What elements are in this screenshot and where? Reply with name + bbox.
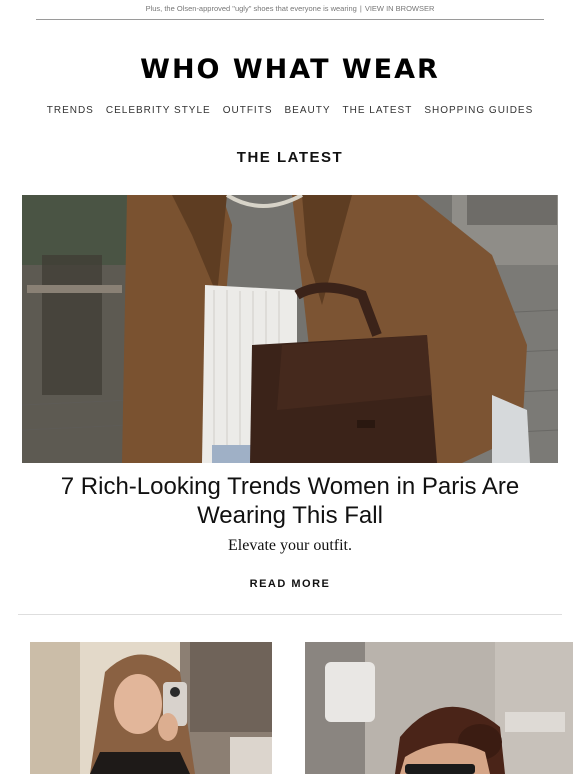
nav-item-trends[interactable]: TRENDS: [47, 105, 94, 116]
nav-item-beauty[interactable]: BEAUTY: [285, 105, 331, 116]
preheader-text: Plus, the Olsen-approved "ugly" shoes th…: [145, 4, 357, 13]
preheader-separator: |: [359, 4, 362, 13]
preheader: Plus, the Olsen-approved "ugly" shoes th…: [0, 4, 580, 13]
featured-subhead: Elevate your outfit.: [228, 537, 352, 554]
nav-item-celebrity-style[interactable]: CELEBRITY STYLE: [106, 105, 211, 116]
article-thumbnail-beauty[interactable]: [305, 642, 573, 774]
view-in-browser-link[interactable]: VIEW IN BROWSER: [365, 4, 435, 13]
nav-item-the-latest[interactable]: THE LATEST: [343, 105, 413, 116]
featured-headline[interactable]: 7 Rich-Looking Trends Women in Paris Are…: [40, 472, 540, 530]
nav-item-outfits[interactable]: OUTFITS: [223, 105, 273, 116]
article-thumbnail-mirror-selfie[interactable]: [30, 642, 272, 774]
nav-item-shopping-guides[interactable]: SHOPPING GUIDES: [424, 105, 533, 116]
section-divider: [18, 614, 562, 615]
section-title: THE LATEST: [236, 149, 344, 166]
main-nav: TRENDS CELEBRITY STYLE OUTFITS BEAUTY TH…: [0, 105, 580, 116]
featured-image[interactable]: [22, 195, 558, 463]
read-more-button[interactable]: READ MORE: [0, 578, 580, 590]
top-divider: [36, 19, 544, 20]
brand-logo[interactable]: WHO WHAT WEAR: [0, 54, 580, 85]
